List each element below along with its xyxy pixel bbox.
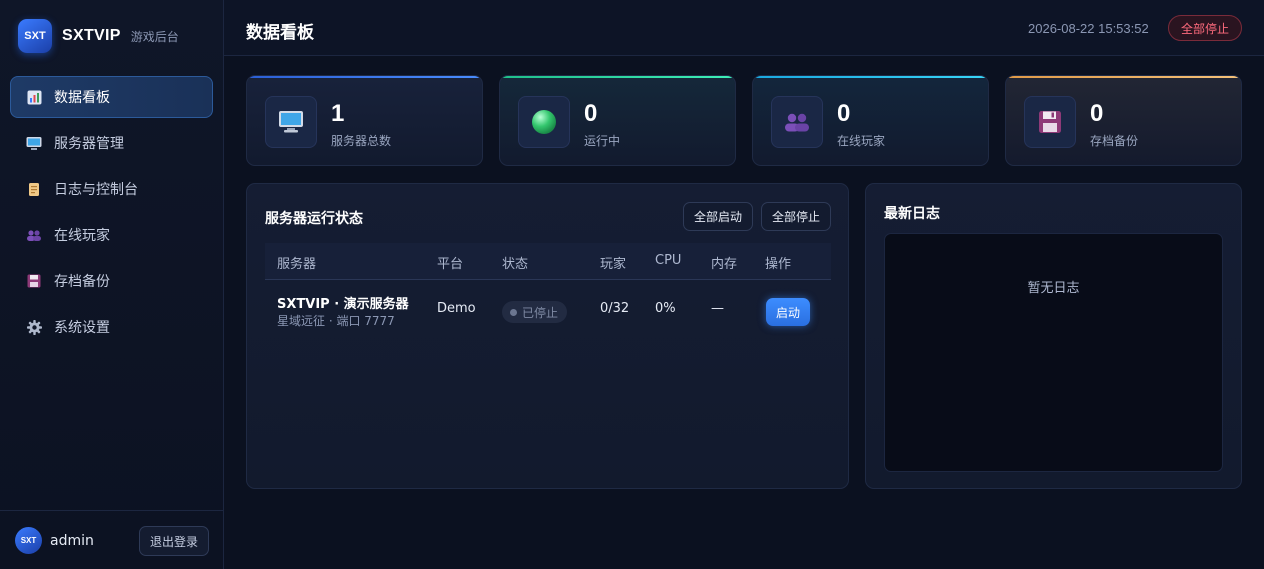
monitor-icon [26,135,42,151]
sidebar-item-label: 在线玩家 [54,228,110,244]
card-accent-line [247,76,482,78]
log-output[interactable]: 暂无日志 [884,233,1223,472]
sidebar-nav: 数据看板 服务器管理 日志与控制台 在线玩家 存档备份 系统设置 [10,76,213,352]
column-header-cpu: CPU [655,253,682,268]
column-header-actions: 操作 [765,257,792,272]
log-empty-text: 暂无日志 [1027,281,1080,296]
sidebar-item-servers[interactable]: 服务器管理 [10,122,213,164]
brand-subtitle: 游戏后台 [130,29,179,44]
bar-chart-icon [26,89,42,105]
stop-all-header-button[interactable]: 全部停止 [1168,15,1242,41]
server-status-panel: 服务器运行状态 全部启动 全部停止 服务器 平台 状态 玩家 CPU 内存 操作… [246,183,849,489]
column-header-status: 状态 [502,257,529,272]
column-header-memory: 内存 [711,257,738,272]
start-all-button[interactable]: 全部启动 [683,202,753,231]
status-dot-icon [510,308,517,316]
logout-button[interactable]: 退出登录 [139,526,209,556]
stat-card-backups: 0 存档备份 [1005,75,1242,166]
stat-card-servers: 1 服务器总数 [246,75,483,166]
column-header-platform: 平台 [437,257,464,272]
status-text: 已停止 [522,305,559,320]
page-title: 数据看板 [246,23,314,43]
datetime-display: 2026-08-22 15:53:52 [1028,21,1149,36]
latest-logs-panel: 最新日志 暂无日志 [865,183,1242,489]
card-accent-line [1006,76,1241,78]
username: admin [50,533,94,549]
scroll-icon [26,181,42,197]
stop-all-button[interactable]: 全部停止 [761,202,831,231]
sidebar-item-players[interactable]: 在线玩家 [10,214,213,256]
server-players: 0/32 [600,301,630,316]
column-header-players: 玩家 [600,257,627,272]
brand-name: SXTVIP [62,27,121,44]
table-header: 服务器 平台 状态 玩家 CPU 内存 操作 [265,243,831,280]
stat-label: 服务器总数 [331,134,392,148]
users-icon [26,227,42,243]
sidebar-item-backups[interactable]: 存档备份 [10,260,213,302]
panel-title: 服务器运行状态 [265,211,363,227]
green-orb-icon [518,96,570,148]
monitor-icon [265,96,317,148]
server-platform: Demo [437,301,476,316]
server-name: SXTVIP · 演示服务器 [277,297,409,312]
sidebar-footer: SXT admin 退出登录 [0,510,223,569]
stat-card-running: 0 运行中 [499,75,736,166]
stat-value: 0 [837,100,851,127]
panel-title: 最新日志 [884,206,940,222]
stat-label: 存档备份 [1090,134,1139,148]
card-accent-line [500,76,735,78]
stat-value: 0 [1090,100,1104,127]
stat-label: 运行中 [584,134,621,148]
stat-value: 0 [584,100,598,127]
server-cpu: 0% [655,301,676,316]
sidebar: SXT SXTVIP 游戏后台 数据看板 服务器管理 日志与控制台 在线玩家 存… [0,0,224,569]
sidebar-item-label: 系统设置 [54,320,110,336]
sidebar-item-label: 日志与控制台 [54,182,138,198]
sidebar-item-label: 存档备份 [54,274,110,290]
brand-logo: SXT [18,19,52,53]
sidebar-item-label: 服务器管理 [54,136,124,152]
server-memory: — [711,301,724,316]
sidebar-item-label: 数据看板 [54,90,110,106]
avatar: SXT [15,527,42,554]
top-header: 数据看板 2026-08-22 15:53:52 全部停止 [224,0,1264,56]
stat-value: 1 [331,100,345,127]
stat-label: 在线玩家 [837,134,886,148]
status-badge: 已停止 [502,301,568,323]
sidebar-item-logs[interactable]: 日志与控制台 [10,168,213,210]
users-icon [771,96,823,148]
floppy-disk-icon [26,273,42,289]
brand: SXT SXTVIP 游戏后台 [18,19,179,53]
sidebar-item-dashboard[interactable]: 数据看板 [10,76,213,118]
server-subtitle: 星域远征 · 端口 7777 [277,314,395,328]
gear-icon [26,319,42,335]
stat-card-players: 0 在线玩家 [752,75,989,166]
table-row: SXTVIP · 演示服务器 星域远征 · 端口 7777 Demo 已停止 0… [265,281,831,336]
start-server-button[interactable]: 启动 [766,298,810,326]
column-header-server: 服务器 [277,257,317,272]
card-accent-line [753,76,988,78]
sidebar-item-settings[interactable]: 系统设置 [10,306,213,348]
floppy-disk-icon [1024,96,1076,148]
